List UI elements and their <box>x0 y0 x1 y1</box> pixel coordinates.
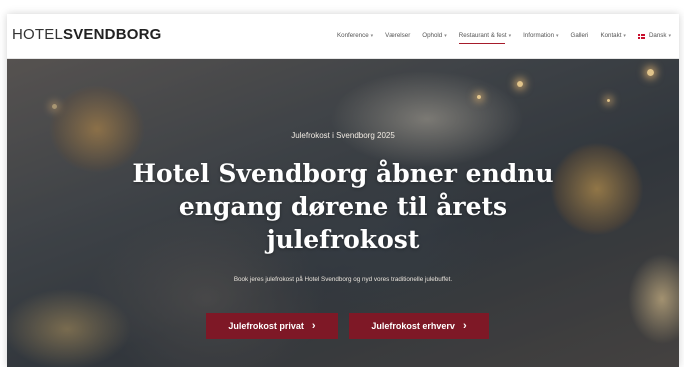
hero-title: Hotel Svendborg åbner endnu engang døren… <box>132 159 554 254</box>
julefrokost-privat-button[interactable]: Julefrokost privat › <box>206 313 338 339</box>
hero-banner: Julefrokost i Svendborg 2025 Hotel Svend… <box>7 59 679 367</box>
chevron-down-icon: ▾ <box>623 33 626 39</box>
nav-label: Værelser <box>385 32 411 39</box>
language-label: Dansk <box>648 32 667 39</box>
chevron-down-icon: ▾ <box>508 33 512 39</box>
hero-subtitle: Book jeres julefrokost på Hotel Svendbor… <box>233 276 453 283</box>
chevron-down-icon: ▾ <box>444 33 447 39</box>
logo-text-light: HOTEL <box>12 26 64 43</box>
nav-label: Ophold <box>422 32 443 39</box>
nav-label: Information <box>523 32 555 39</box>
nav-item-ophold[interactable]: Ophold ▾ <box>422 14 446 58</box>
site-logo[interactable]: HOTELSVENDBORG <box>12 26 162 43</box>
logo-text-bold: SVENDBORG <box>63 26 162 43</box>
site-header: HOTELSVENDBORG Konference ▾ Værelser Oph… <box>7 14 679 59</box>
chevron-down-icon: ▾ <box>556 33 559 39</box>
button-label: Julefrokost erhverv <box>371 321 455 331</box>
hero-content: Julefrokost i Svendborg 2025 Hotel Svend… <box>7 59 679 367</box>
chevron-right-icon: › <box>311 320 316 332</box>
chevron-down-icon: ▾ <box>370 33 374 39</box>
nav-item-restaurant-fest[interactable]: Restaurant & fest ▾ <box>458 14 512 58</box>
danish-flag-icon <box>637 33 645 39</box>
nav-label: Kontakt <box>600 32 622 39</box>
nav-label: Galleri <box>570 32 589 39</box>
nav-item-information[interactable]: Information ▾ <box>523 14 558 58</box>
button-label: Julefrokost privat <box>228 321 304 331</box>
browser-viewport: HOTELSVENDBORG Konference ▾ Værelser Oph… <box>7 14 679 367</box>
nav-item-kontakt[interactable]: Kontakt ▾ <box>600 14 626 58</box>
nav-item-galleri[interactable]: Galleri <box>571 14 589 58</box>
julefrokost-erhverv-button[interactable]: Julefrokost erhverv › <box>349 313 489 339</box>
nav-label: Konference <box>337 32 369 39</box>
hero-eyebrow: Julefrokost i Svendborg 2025 <box>291 131 395 140</box>
nav-item-konference[interactable]: Konference ▾ <box>337 14 373 58</box>
chevron-right-icon: › <box>462 320 467 332</box>
nav-label: Restaurant & fest <box>458 32 507 39</box>
nav-item-vaerelser[interactable]: Værelser <box>385 14 410 58</box>
chevron-down-icon: ▾ <box>668 33 671 39</box>
main-navigation: Konference ▾ Værelser Ophold ▾ Restauran… <box>337 14 671 58</box>
language-selector[interactable]: Dansk ▾ <box>637 14 671 58</box>
